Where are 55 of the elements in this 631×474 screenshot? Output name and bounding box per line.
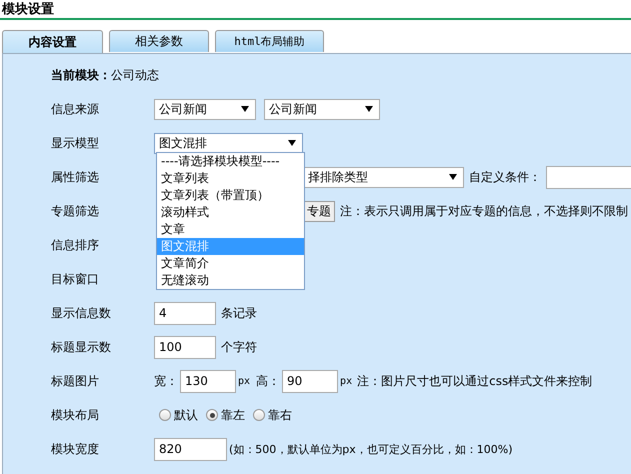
field-label: 模块布局 xyxy=(50,406,100,424)
unit-text: 个字符 xyxy=(221,338,257,356)
dropdown-arrow-icon xyxy=(241,106,249,112)
radio-button[interactable] xyxy=(206,409,218,421)
field-label: 属性筛选 xyxy=(50,168,100,186)
dropdown-option[interactable]: 滚动样式 xyxy=(157,204,304,221)
unit-text: (如：500，默认单位为px，也可定义百分比，如：100%) xyxy=(229,442,513,456)
dropdown-option[interactable]: ----请选择模块模型---- xyxy=(157,153,304,170)
select-field[interactable]: 公司新闻 xyxy=(264,98,380,120)
tab[interactable]: 内容设置 xyxy=(2,30,103,53)
radio-button[interactable] xyxy=(159,409,171,421)
field-label: 当前模块： xyxy=(50,66,111,84)
field-label: 专题筛选 xyxy=(50,202,100,220)
field-label: 标题显示数 xyxy=(50,338,112,356)
field-label: 信息来源 xyxy=(50,100,100,118)
field-label: 模块宽度 xyxy=(50,440,100,458)
tab[interactable]: 相关参数 xyxy=(109,30,209,52)
input-field[interactable]: 130 xyxy=(180,370,236,392)
input-field[interactable] xyxy=(546,166,631,188)
input-field[interactable]: 820 xyxy=(154,438,227,460)
dropdown-arrow-icon xyxy=(365,106,373,112)
field-label: 标题图片 xyxy=(50,372,100,390)
dropdown-option[interactable]: 文章 xyxy=(157,221,304,238)
note-text: 注：表示只调用属于对应专题的信息，不选择则不限制 xyxy=(340,202,628,220)
field-label: 信息排序 xyxy=(50,236,100,254)
dropdown-arrow-icon xyxy=(449,174,457,180)
unit-text: px xyxy=(238,376,250,386)
page-title: 模块设置 xyxy=(0,1,55,17)
input-field[interactable]: 100 xyxy=(154,336,216,358)
field-label: 显示模型 xyxy=(50,134,100,152)
dropdown-option[interactable]: 无缝滚动 xyxy=(157,272,304,289)
unit-text: px xyxy=(340,376,352,386)
field-label: 目标窗口 xyxy=(50,270,100,288)
unit-text: 条记录 xyxy=(221,304,257,322)
topic-button[interactable]: 专题 xyxy=(303,200,335,222)
select-field[interactable]: 择排除类型 xyxy=(303,166,464,188)
tab[interactable]: html布局辅助 xyxy=(215,30,324,52)
field-label: 高： xyxy=(256,372,280,390)
dropdown-arrow-icon xyxy=(288,140,296,146)
field-label: 宽： xyxy=(154,372,178,390)
dropdown-option[interactable]: 文章列表 xyxy=(157,170,304,187)
radio-button[interactable] xyxy=(253,409,265,421)
note-text: 注：图片尺寸也可以通过css样式文件来控制 xyxy=(357,372,592,390)
input-field[interactable]: 4 xyxy=(154,302,216,324)
select-field[interactable]: 公司新闻 xyxy=(154,98,256,120)
field-label: 显示信息数 xyxy=(50,304,112,322)
module-name: 公司动态 xyxy=(111,66,159,84)
dropdown-option[interactable]: 文章简介 xyxy=(157,255,304,272)
select-field[interactable]: 图文混排 xyxy=(154,132,303,154)
dropdown-option[interactable]: 文章列表（带置顶） xyxy=(157,187,304,204)
radio-label: 靠右 xyxy=(268,406,292,424)
radio-label: 靠左 xyxy=(221,406,245,424)
radio-label: 默认 xyxy=(174,406,198,424)
field-label: 自定义条件： xyxy=(469,168,541,186)
input-field[interactable]: 90 xyxy=(282,370,338,392)
